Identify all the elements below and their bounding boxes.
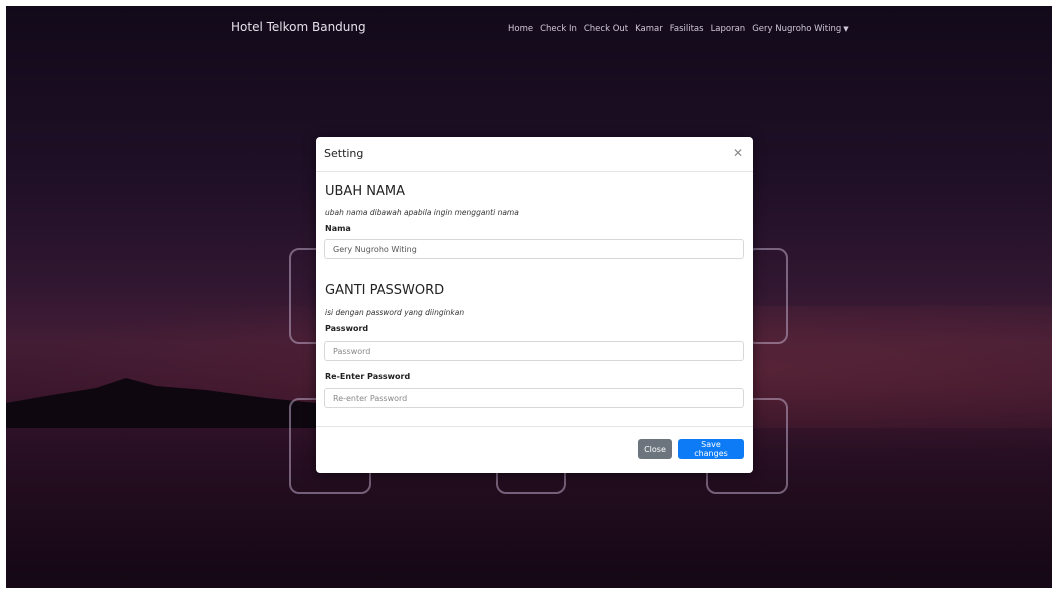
password-input[interactable]: [324, 341, 744, 361]
navbar-brand[interactable]: Hotel Telkom Bandung: [231, 20, 366, 34]
password-hint: isi dengan password yang diinginkan: [325, 308, 465, 317]
password-label: Password: [325, 324, 369, 333]
rename-hint: ubah nama dibawah apabila ingin menggant…: [325, 208, 519, 217]
nav-link-kamar[interactable]: Kamar: [635, 24, 663, 34]
name-input[interactable]: [324, 239, 744, 259]
nav-link-fasilitas[interactable]: Fasilitas: [670, 24, 704, 34]
user-dropdown[interactable]: Gery Nugroho Witing ▼: [752, 24, 848, 34]
save-changes-button[interactable]: Save changes: [678, 439, 744, 459]
page: Hotel Telkom Bandung Home Check In Check…: [0, 0, 1058, 596]
reenter-password-label: Re-Enter Password: [325, 372, 411, 381]
caret-down-icon: ▼: [843, 25, 849, 33]
reenter-password-input[interactable]: [324, 388, 744, 408]
settings-modal: Setting ✕ UBAH NAMA ubah nama dibawah ap…: [316, 137, 753, 473]
user-name: Gery Nugroho Witing: [752, 24, 842, 34]
modal-header: Setting ✕: [316, 137, 753, 172]
nav-link-laporan[interactable]: Laporan: [711, 24, 746, 34]
navbar-links: Home Check In Check Out Kamar Fasilitas …: [508, 24, 849, 34]
modal-title: Setting: [324, 147, 364, 160]
name-label: Nama: [325, 224, 351, 233]
rename-heading: UBAH NAMA: [325, 184, 405, 199]
nav-link-home[interactable]: Home: [508, 24, 533, 34]
close-button[interactable]: Close: [638, 439, 672, 459]
modal-footer: Close Save changes: [316, 426, 753, 473]
password-heading: GANTI PASSWORD: [325, 283, 445, 298]
nav-link-check-out[interactable]: Check Out: [584, 24, 628, 34]
nav-link-check-in[interactable]: Check In: [540, 24, 577, 34]
close-icon[interactable]: ✕: [733, 146, 743, 160]
